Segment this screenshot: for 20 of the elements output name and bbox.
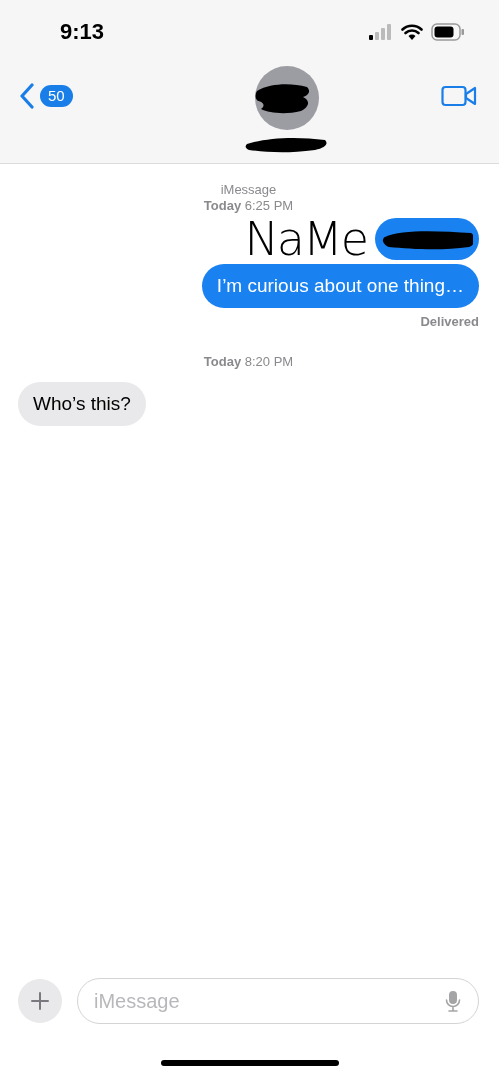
timestamp: Today 6:25 PM — [203, 198, 294, 214]
message-bubble: Who’s this? — [18, 382, 146, 426]
signal-icon — [369, 24, 393, 40]
microphone-icon — [445, 990, 461, 1012]
add-button[interactable] — [18, 979, 62, 1023]
handwritten-annotation: NaMe — [244, 216, 367, 262]
back-button[interactable]: 50 — [20, 83, 73, 109]
battery-icon — [431, 23, 465, 41]
message-bubble: I’m curious about one thing… — [201, 264, 479, 308]
timestamp: Today 8:20 PM — [203, 354, 294, 370]
delivery-status: Delivered — [420, 314, 479, 330]
unread-count-badge: 50 — [40, 85, 73, 107]
video-call-icon[interactable] — [441, 84, 477, 108]
message-field[interactable]: iMessage — [77, 978, 479, 1024]
status-time: 9:13 — [60, 19, 105, 45]
redaction-scribble — [254, 81, 311, 115]
wifi-icon — [401, 24, 423, 40]
chevron-icon — [20, 83, 34, 109]
service-label: iMessage — [220, 182, 277, 198]
plus-icon — [31, 992, 49, 1010]
